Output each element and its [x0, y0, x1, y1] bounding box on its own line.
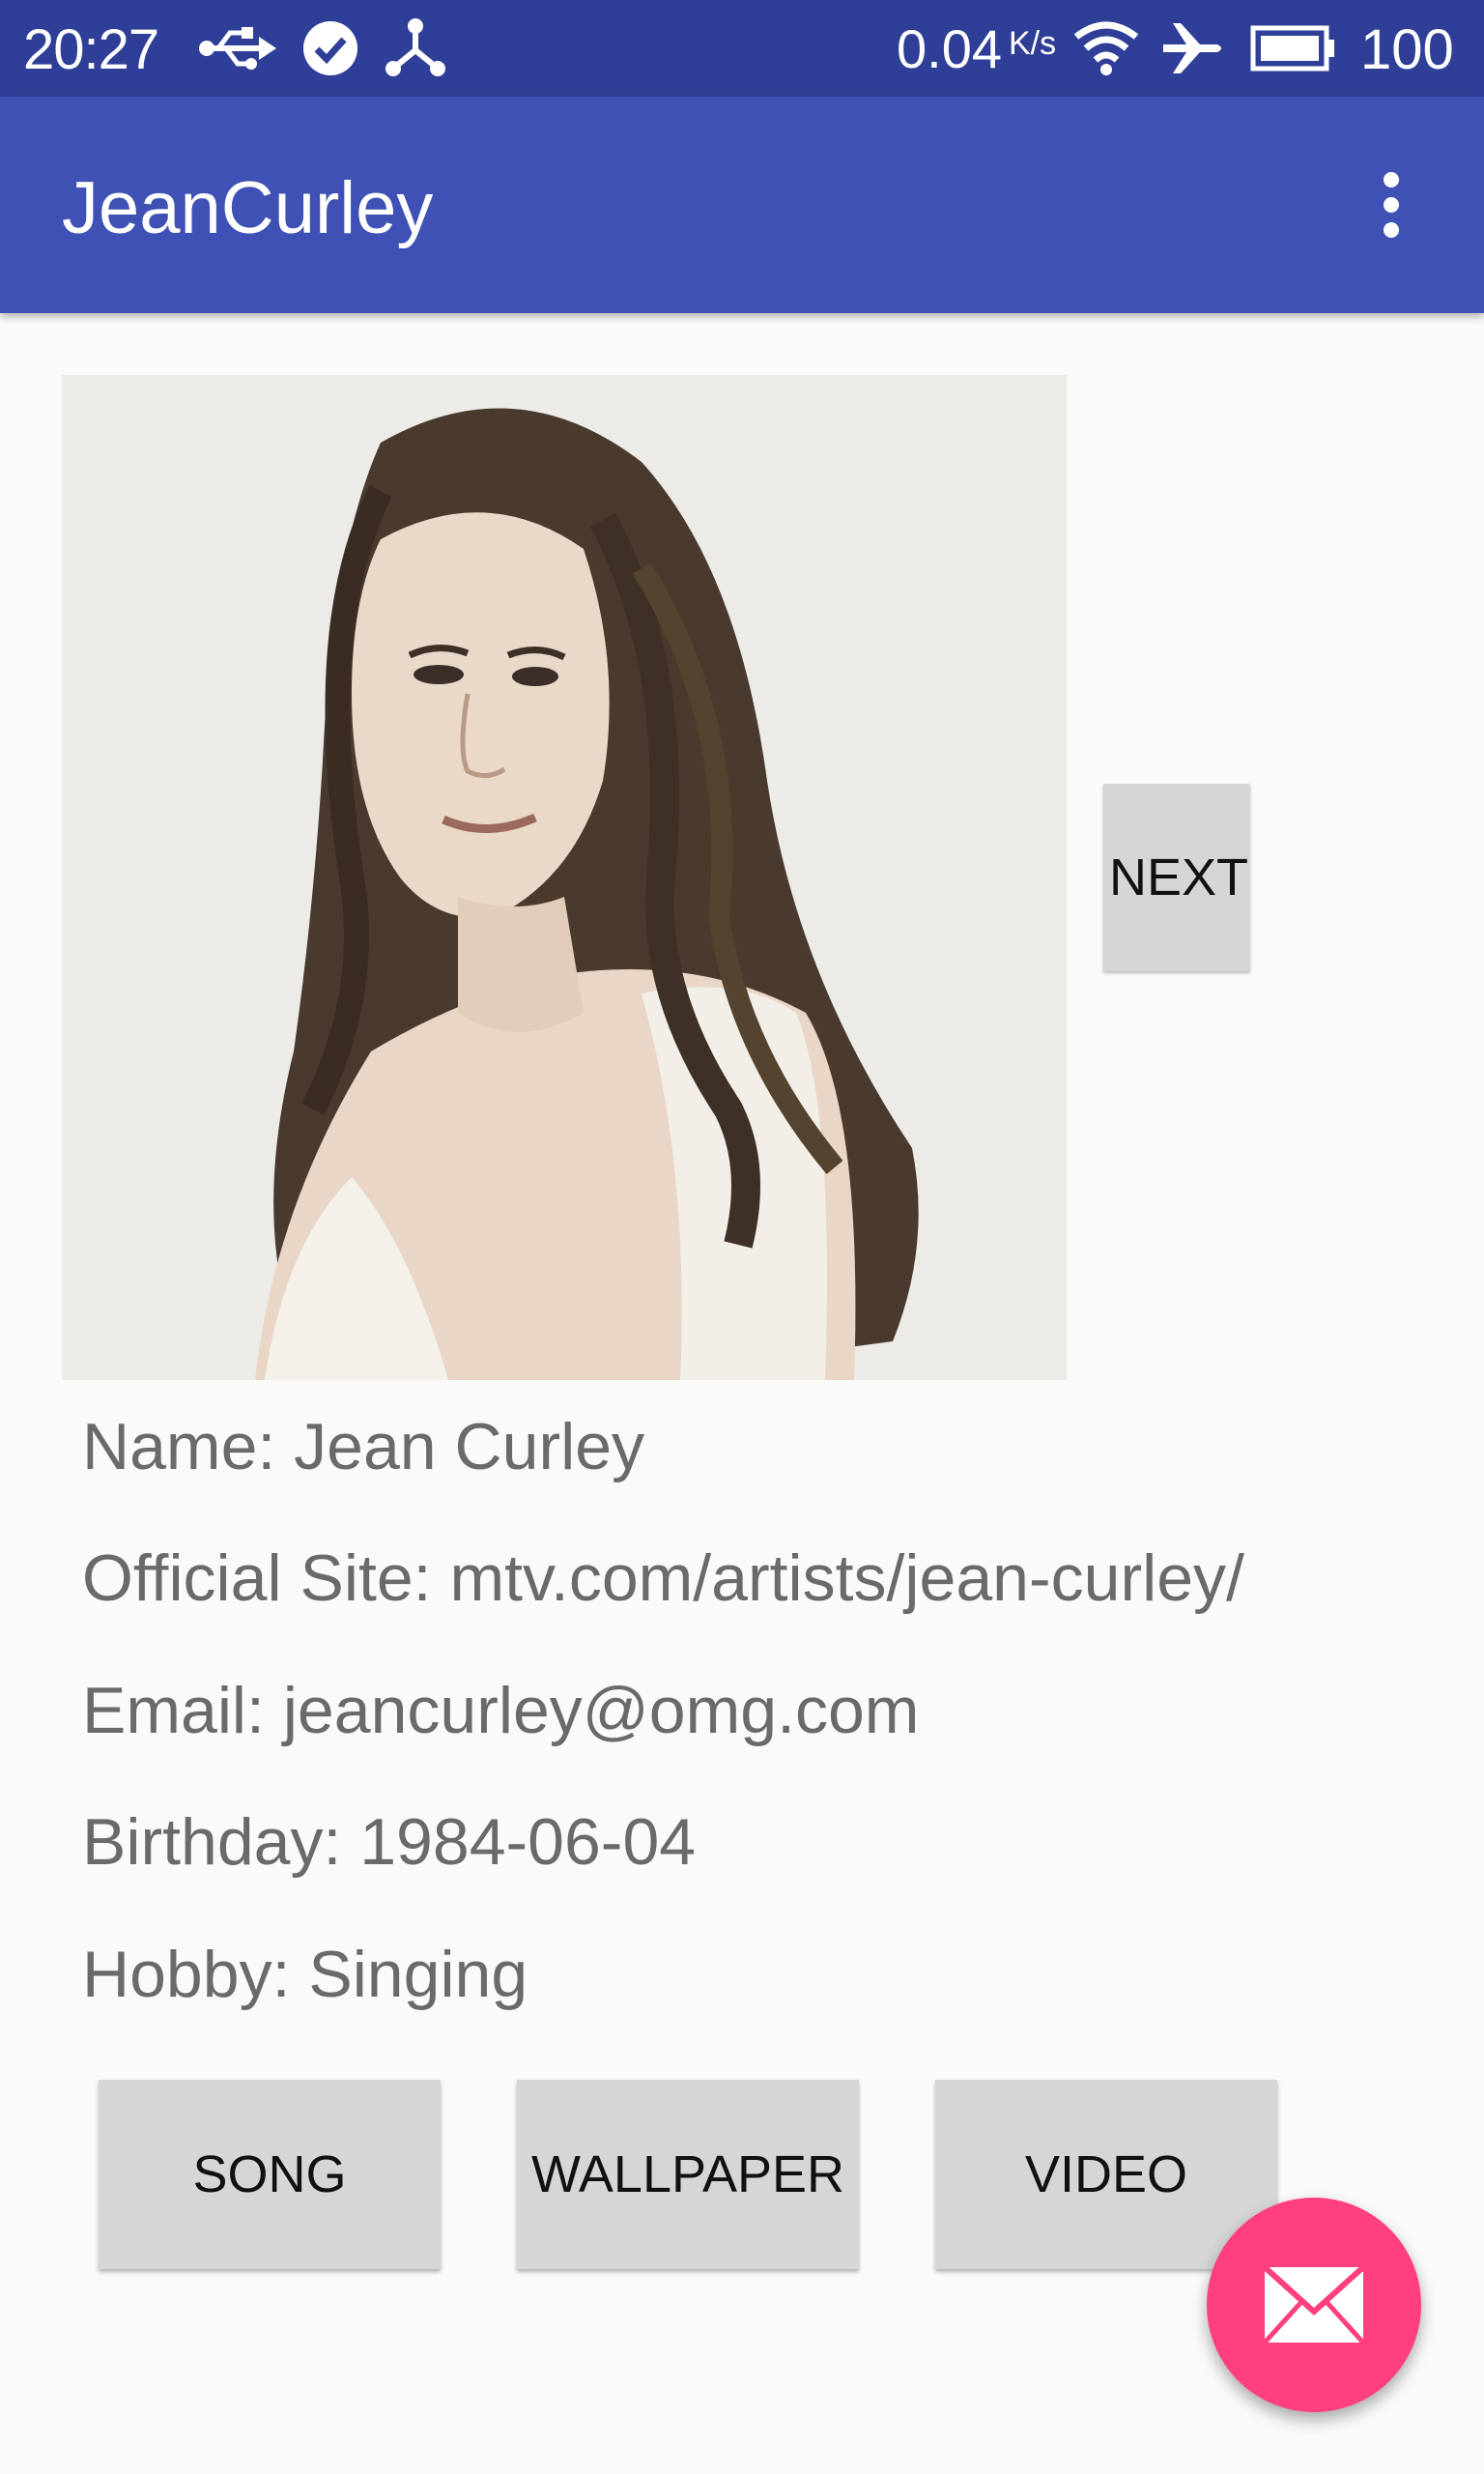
- next-button[interactable]: NEXT: [1103, 784, 1250, 971]
- birthday-text: Birthday: 1984-06-04: [82, 1805, 697, 1879]
- song-button[interactable]: SONG: [99, 2080, 441, 2269]
- status-time: 20:27: [23, 18, 159, 81]
- network-speed-unit: K/s: [1009, 25, 1057, 62]
- wifi-icon: [1072, 19, 1140, 80]
- status-bar: 20:27 0.04 K/s 100: [0, 0, 1484, 97]
- email-icon: [1262, 2264, 1366, 2345]
- name-text: Name: Jean Curley: [82, 1410, 645, 1483]
- hobby-text: Hobby: Singing: [82, 1938, 528, 2011]
- profile-photo: [62, 375, 1067, 1380]
- battery-icon: [1250, 25, 1335, 76]
- network-speed: 0.04: [897, 18, 1002, 79]
- email-text: Email: jeancurley@omg.com: [82, 1674, 920, 1747]
- airplane-icon: [1159, 19, 1227, 82]
- more-vert-icon[interactable]: [1360, 166, 1422, 244]
- email-fab[interactable]: [1207, 2198, 1421, 2412]
- wallpaper-button[interactable]: WALLPAPER: [517, 2080, 859, 2269]
- video-button[interactable]: VIDEO: [935, 2080, 1277, 2269]
- usb-icon: [197, 23, 278, 78]
- check-circle-icon: [301, 19, 359, 82]
- official-site-text: Official Site: mtv.com/artists/jean-curl…: [82, 1541, 1244, 1615]
- app-bar: JeanCurley: [0, 97, 1484, 313]
- share-icon: [385, 17, 446, 84]
- battery-level: 100: [1360, 18, 1454, 81]
- app-title: JeanCurley: [62, 167, 434, 249]
